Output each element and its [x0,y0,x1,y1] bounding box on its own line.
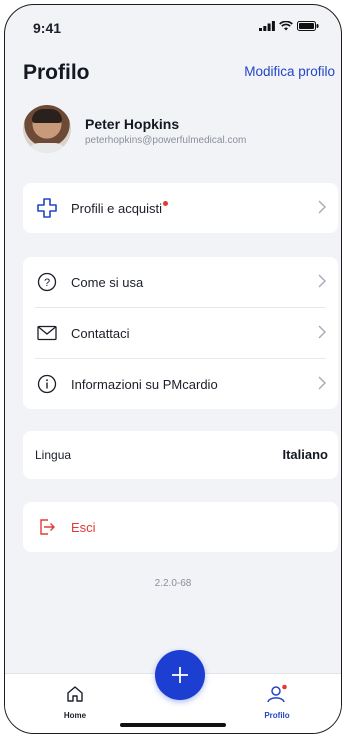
how-to-use-row[interactable]: ? Come si usa [23,257,338,307]
nav-profile-label: Profilo [264,711,290,720]
contact-row[interactable]: Contattaci [23,308,338,358]
notification-dot [163,200,169,206]
status-bar: 9:41 [5,5,341,49]
add-button[interactable] [155,650,205,700]
mail-icon [35,321,59,345]
home-icon [67,686,83,702]
chevron-right-icon [318,376,326,390]
status-icons [259,21,319,31]
status-time: 9:41 [33,20,62,36]
chevron-right-icon [318,274,326,288]
phone-frame: 9:41 Profilo Modifica profilo Peter Hopk… [4,4,342,734]
contact-label: Contattaci [71,325,130,341]
question-circle-icon: ? [35,270,59,294]
avatar [23,105,71,153]
medical-cross-icon [35,196,59,220]
home-indicator [120,723,226,727]
chevron-right-icon [318,200,326,214]
info-circle-icon [35,372,59,396]
logout-button[interactable]: Esci [23,502,338,552]
chevron-right-icon [318,325,326,339]
profiles-card: Profili e acquisti [23,183,338,233]
about-label: Informazioni su PMcardio [71,376,218,392]
language-card[interactable]: Lingua Italiano [23,431,338,479]
user-icon [267,684,287,703]
nav-home-label: Home [63,711,87,720]
logout-icon [35,515,59,539]
wifi-icon [279,21,293,31]
bottom-nav: Home Profilo [5,650,341,733]
language-value: Italiano [282,447,328,462]
about-row[interactable]: Informazioni su PMcardio [23,359,338,409]
battery-icon [297,21,319,31]
logout-card: Esci [23,502,338,552]
nav-home[interactable]: Home [45,684,105,720]
app-version: 2.2.0-68 [154,578,192,589]
svg-text:?: ? [44,277,50,289]
page-title: Profilo [23,61,90,84]
nav-profile[interactable]: Profilo [247,684,307,720]
signal-icon [259,21,275,31]
profiles-row[interactable]: Profili e acquisti [23,183,338,233]
how-to-use-label: Come si usa [71,274,144,290]
user-name: Peter Hopkins [85,116,180,132]
language-label: Lingua [35,448,72,462]
edit-profile-link[interactable]: Modifica profilo [244,64,335,79]
user-email: peterhopkins@powerfulmedical.com [85,135,247,146]
plus-icon [172,667,188,683]
profiles-label: Profili e acquisti [71,200,169,216]
logout-label: Esci [71,519,96,535]
info-card: ? Come si usa Contattaci Informazioni su… [23,257,338,409]
